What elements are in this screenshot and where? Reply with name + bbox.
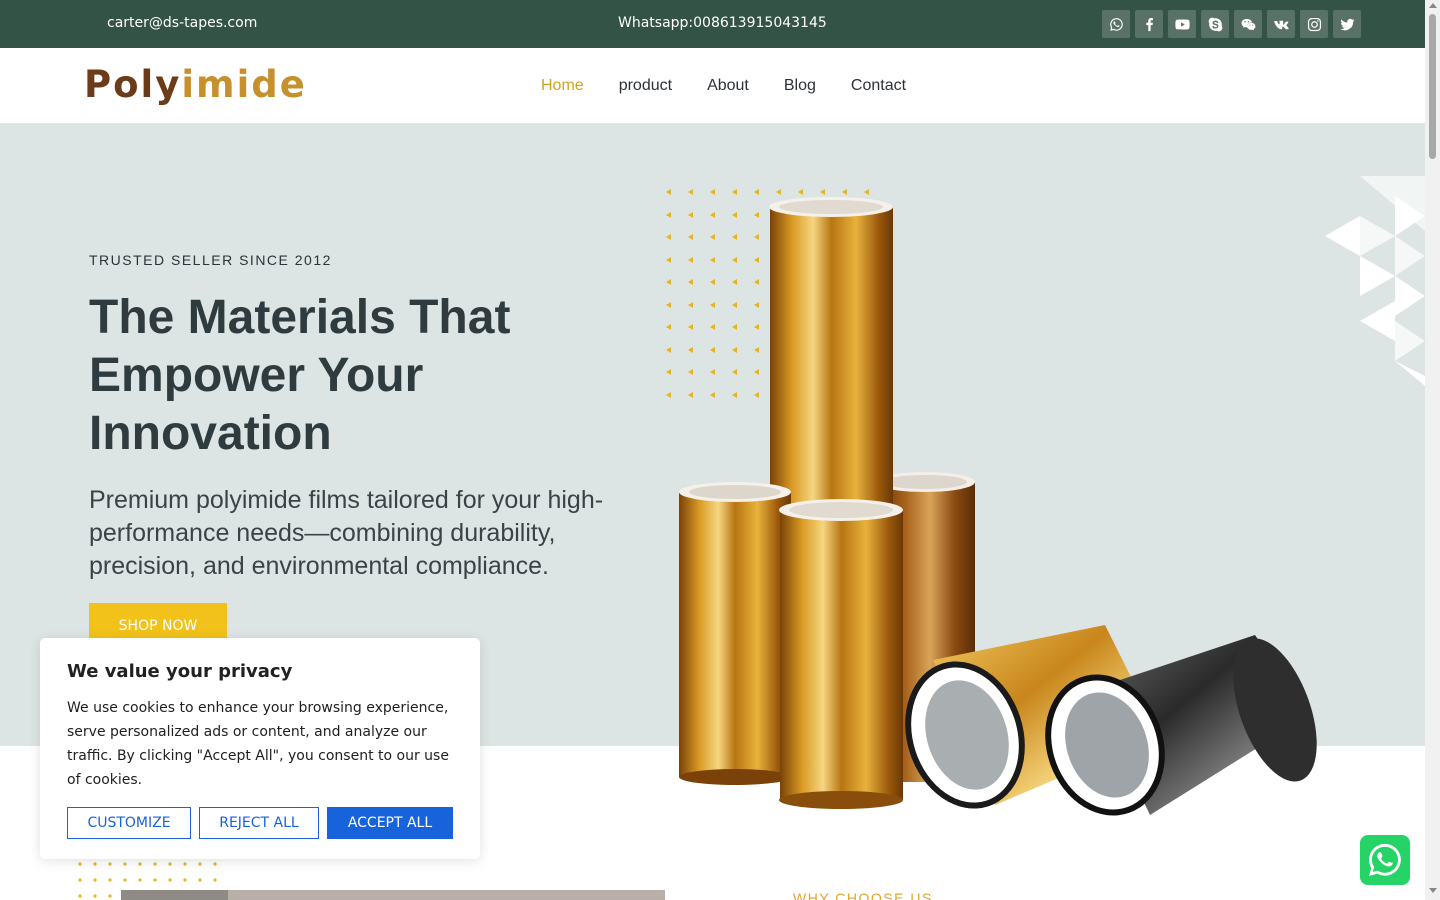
- scroll-down-arrow-icon[interactable]: [1429, 888, 1437, 893]
- hero-subtitle: Premium polyimide films tailored for you…: [89, 486, 604, 580]
- whatsapp-chat-button[interactable]: [1360, 835, 1410, 885]
- cookie-consent-banner: We value your privacy We use cookies to …: [40, 638, 480, 859]
- hero-eyebrow: TRUSTED SELLER SINCE 2012: [89, 252, 332, 268]
- twitter-icon[interactable]: [1333, 10, 1361, 38]
- nav-blog[interactable]: Blog: [784, 77, 816, 95]
- logo-text-part2: imide: [181, 63, 307, 106]
- whatsapp-icon: [1369, 843, 1401, 876]
- site-header: Polyimide Home product About Blog Contac…: [0, 48, 1425, 124]
- top-bar: carter@ds-tapes.com Whatsapp:00861391504…: [0, 0, 1425, 48]
- hero-title: The Materials That Empower Your Innovati…: [89, 291, 511, 460]
- hero-product-image: [679, 197, 1317, 816]
- page-scrollbar[interactable]: [1425, 0, 1440, 900]
- site-logo[interactable]: Polyimide: [84, 63, 307, 106]
- why-choose-us-label: WHY CHOOSE US: [793, 890, 933, 900]
- scrollbar-thumb[interactable]: [1429, 14, 1436, 159]
- vk-icon[interactable]: [1267, 10, 1295, 38]
- about-section-image: [121, 890, 665, 900]
- contact-email[interactable]: carter@ds-tapes.com: [107, 15, 257, 31]
- wechat-icon[interactable]: [1234, 10, 1262, 38]
- about-image-shade: [121, 890, 228, 900]
- facebook-icon[interactable]: [1135, 10, 1163, 38]
- decorative-triangles: [1325, 176, 1425, 386]
- cookie-accept-button[interactable]: ACCEPT ALL: [327, 807, 453, 839]
- skype-icon[interactable]: [1201, 10, 1229, 38]
- cookie-title: We value your privacy: [67, 661, 293, 682]
- nav-product[interactable]: product: [619, 77, 672, 95]
- cookie-body: We use cookies to enhance your browsing …: [67, 700, 449, 788]
- whatsapp-icon[interactable]: [1102, 10, 1130, 38]
- social-links: [1102, 10, 1361, 38]
- cookie-buttons: CUSTOMIZE REJECT ALL ACCEPT ALL: [67, 807, 453, 839]
- scroll-up-arrow-icon[interactable]: [1429, 3, 1437, 8]
- nav-about[interactable]: About: [707, 77, 749, 95]
- youtube-icon[interactable]: [1168, 10, 1196, 38]
- nav-home[interactable]: Home: [541, 77, 584, 95]
- main-nav: Home product About Blog Contact: [541, 77, 906, 95]
- logo-text-part1: Poly: [84, 63, 182, 106]
- contact-whatsapp[interactable]: Whatsapp:008613915043145: [618, 15, 827, 31]
- cookie-customize-button[interactable]: CUSTOMIZE: [67, 807, 191, 839]
- instagram-icon[interactable]: [1300, 10, 1328, 38]
- cookie-reject-button[interactable]: REJECT ALL: [199, 807, 319, 839]
- nav-contact[interactable]: Contact: [851, 77, 906, 95]
